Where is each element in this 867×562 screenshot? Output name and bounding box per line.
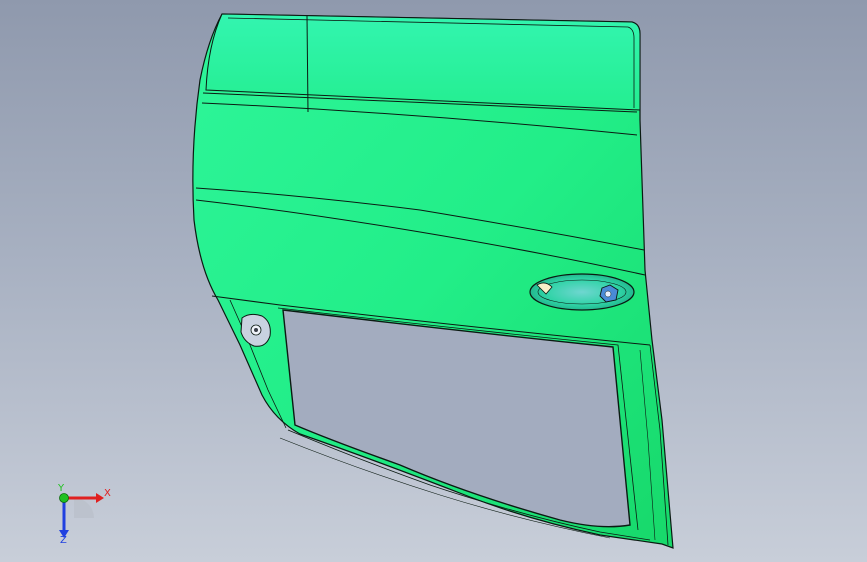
coordinate-triad: X Y Z [57,483,111,544]
x-axis-label: X [104,488,111,499]
z-axis-label: Z [60,535,67,544]
door-model[interactable] [0,0,867,562]
graphics-viewport[interactable]: X Y Z [0,0,867,562]
y-axis-label: Y [57,483,65,494]
y-axis-origin [59,493,69,503]
